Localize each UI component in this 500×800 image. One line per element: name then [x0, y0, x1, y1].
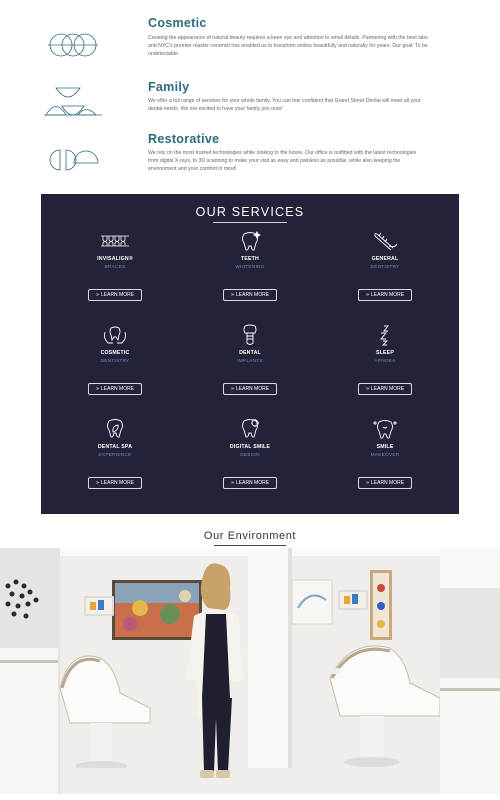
half-circles-icon	[49, 149, 99, 171]
service-subtitle: DESIGN	[240, 453, 260, 458]
section-text: We rely on the most trusted technologies…	[148, 150, 417, 172]
section-title: Cosmetic	[148, 16, 207, 30]
service-subtitle: EXPERIENCE	[98, 453, 132, 458]
office-photo-illustration	[0, 548, 500, 794]
section-title: Family	[148, 80, 190, 94]
service-cosmetic-dentistry: COSMETIC DENTISTRY » LEARN MORE	[55, 324, 175, 395]
services-panel: OUR SERVICES INVISALIGN® BRACES » LEARN M…	[41, 194, 459, 514]
double-chevron-icon: »	[230, 292, 234, 298]
button-label: LEARN MORE	[236, 292, 270, 298]
learn-more-button[interactable]: » LEARN MORE	[223, 289, 277, 301]
service-smile-makeover: SMILE MAKEOVER » LEARN MORE	[325, 418, 445, 489]
learn-more-button[interactable]: » LEARN MORE	[358, 289, 412, 301]
sleep-zzz-icon	[380, 325, 389, 346]
service-subtitle: IMPLANTS	[237, 359, 263, 364]
section-text: Creating the appearance of natural beaut…	[148, 35, 428, 57]
service-title: COSMETIC	[100, 350, 130, 356]
service-subtitle: BRACES	[104, 265, 126, 270]
service-title: TEETH	[240, 256, 259, 262]
service-teeth-whitening: TEETH WHITENING » LEARN MORE	[190, 230, 310, 301]
service-dental-spa: DENTAL SPA EXPERIENCE » LEARN MORE	[55, 418, 175, 489]
tooth-hands-icon	[103, 326, 127, 344]
double-chevron-icon: »	[95, 480, 99, 486]
double-chevron-icon: »	[365, 386, 369, 392]
service-title: SLEEP	[375, 350, 394, 356]
learn-more-button[interactable]: » LEARN MORE	[358, 383, 412, 395]
learn-more-button[interactable]: » LEARN MORE	[358, 477, 412, 489]
tooth-leaf-icon	[107, 419, 123, 438]
service-title: INVISALIGN®	[97, 256, 133, 262]
intro-family: Family We offer a full range of services…	[0, 78, 500, 128]
button-label: LEARN MORE	[371, 292, 405, 298]
interlocking-circles-icon	[48, 33, 98, 57]
learn-more-button[interactable]: » LEARN MORE	[88, 383, 142, 395]
double-chevron-icon: »	[230, 386, 234, 392]
service-subtitle: MAKEOVER	[370, 453, 400, 458]
service-title: DIGITAL SMILE	[229, 444, 271, 450]
environment-heading-underline	[214, 545, 286, 546]
double-chevron-icon: »	[365, 480, 369, 486]
service-title: DENTAL SPA	[97, 444, 133, 450]
button-label: LEARN MORE	[101, 480, 135, 486]
braces-icon	[101, 235, 129, 247]
tooth-gear-icon	[242, 419, 259, 438]
button-label: LEARN MORE	[236, 386, 270, 392]
button-label: LEARN MORE	[101, 292, 135, 298]
button-label: LEARN MORE	[371, 480, 405, 486]
section-text: We offer a full range of services for yo…	[148, 98, 421, 112]
learn-more-button[interactable]: » LEARN MORE	[88, 477, 142, 489]
button-label: LEARN MORE	[101, 386, 135, 392]
service-general-dentistry: GENERAL DENTISTRY » LEARN MORE	[325, 230, 445, 301]
tooth-sparkle-icon	[242, 230, 262, 251]
service-subtitle: DENTISTRY	[100, 359, 130, 364]
intro-restorative: Restorative We rely on the most trusted …	[0, 132, 500, 182]
family-bowls-icon	[44, 87, 102, 116]
service-title: DENTAL	[239, 350, 261, 356]
learn-more-button[interactable]: » LEARN MORE	[223, 477, 277, 489]
double-chevron-icon: »	[95, 386, 99, 392]
double-chevron-icon: »	[365, 292, 369, 298]
double-chevron-icon: »	[95, 292, 99, 298]
tooth-sparkles-icon	[373, 420, 397, 439]
service-title: SMILE	[376, 444, 394, 450]
services-heading: OUR SERVICES	[195, 205, 305, 219]
environment-heading: Our Environment	[203, 530, 297, 542]
service-title: GENERAL	[371, 256, 399, 262]
service-subtitle: APNOEA	[374, 359, 396, 364]
section-title: Restorative	[148, 132, 220, 146]
implant-icon	[243, 324, 257, 345]
heading-underline	[213, 222, 287, 223]
service-dental-implants: DENTAL IMPLANTS » LEARN MORE	[190, 324, 310, 395]
button-label: LEARN MORE	[371, 386, 405, 392]
office-photo	[0, 548, 500, 794]
button-label: LEARN MORE	[236, 480, 270, 486]
service-sleep-apnoea: SLEEP APNOEA » LEARN MORE	[325, 324, 445, 395]
service-invisalign: INVISALIGN® BRACES » LEARN MORE	[55, 230, 175, 301]
service-subtitle: WHITENING	[235, 265, 265, 270]
learn-more-button[interactable]: » LEARN MORE	[88, 289, 142, 301]
double-chevron-icon: »	[230, 480, 234, 486]
learn-more-button[interactable]: » LEARN MORE	[223, 383, 277, 395]
intro-cosmetic: Cosmetic Creating the appearance of natu…	[0, 14, 500, 64]
service-digital-smile-design: DIGITAL SMILE DESIGN » LEARN MORE	[190, 418, 310, 489]
toothbrush-icon	[374, 232, 398, 251]
service-subtitle: DENTISTRY	[370, 265, 400, 270]
